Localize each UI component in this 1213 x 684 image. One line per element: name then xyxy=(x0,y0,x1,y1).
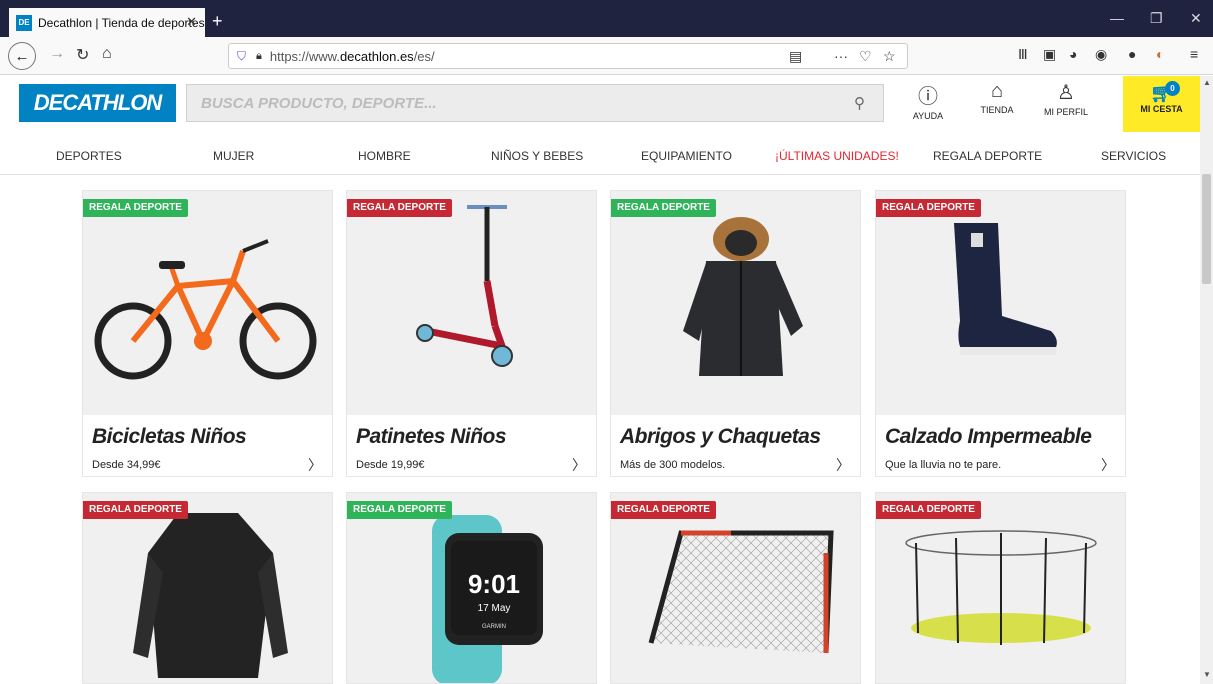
extension-account-icon[interactable]: ● xyxy=(1128,46,1136,62)
home-icon[interactable]: ⌂ xyxy=(102,45,112,63)
regala-deporte-badge: REGALA DEPORTE xyxy=(347,199,452,217)
cart-icon: 🛒︎ xyxy=(1150,83,1173,103)
trampoline-image xyxy=(876,493,1125,683)
scroll-down-icon[interactable]: ▼ xyxy=(1203,670,1211,679)
store-icon: ⌂ xyxy=(990,80,1004,102)
watch-brand: GARMIN xyxy=(482,624,506,630)
card-title[interactable]: Bicicletas Niños xyxy=(92,425,247,449)
bookmark-star-icon[interactable]: ☆ xyxy=(883,48,896,65)
regala-deporte-badge: REGALA DEPORTE xyxy=(876,501,981,519)
card-title[interactable]: Calzado Impermeable xyxy=(885,425,1092,449)
pocket-icon[interactable]: ♡ xyxy=(859,48,872,65)
menu-item-equipamiento[interactable]: EQUIPAMIENTO xyxy=(641,149,732,163)
new-tab-icon[interactable]: + xyxy=(212,11,223,32)
scooter-image xyxy=(347,191,596,415)
cesta-label: MI CESTA xyxy=(1140,104,1183,114)
extension-globe-icon[interactable]: ◉ xyxy=(1095,46,1107,63)
menu-item-hombre[interactable]: HOMBRE xyxy=(358,149,411,163)
user-icon: ♙ xyxy=(1057,82,1075,104)
chevron-right-icon[interactable]: 〉 xyxy=(572,455,586,475)
watch-time: 9:01 xyxy=(468,569,520,599)
help-icon: ⓘ xyxy=(918,86,938,108)
page-scrollbar[interactable]: ▲ ▼ xyxy=(1200,76,1213,684)
regala-deporte-badge: REGALA DEPORTE xyxy=(83,501,188,519)
regala-deporte-badge: REGALA DEPORTE xyxy=(83,199,188,217)
site-header: DECATHLON BUSCA PRODUCTO, DEPORTE... ⚲ ⓘ… xyxy=(0,76,1200,132)
product-card-watch[interactable]: 9:01 17 May GARMIN REGALA DEPORTE xyxy=(346,492,597,684)
browser-toolbar: ← → ↻ ⌂ ⛉ 🔒︎ https://www.decathlon.es/es… xyxy=(0,37,1213,75)
card-subtitle: Que la lluvia no te pare. xyxy=(885,459,1002,471)
mi-cesta-button[interactable]: 🛒︎ 0 MI CESTA xyxy=(1123,76,1200,132)
hamburger-menu-icon[interactable]: ≡ xyxy=(1190,46,1198,62)
perfil-label: MI PERFIL xyxy=(1043,107,1088,117)
bike-image xyxy=(83,191,332,415)
menu-item-servicios[interactable]: SERVICIOS xyxy=(1101,149,1166,163)
watch-image: 9:01 17 May GARMIN xyxy=(347,493,596,683)
product-card-abrigos[interactable]: REGALA DEPORTE Abrigos y Chaquetas Más d… xyxy=(610,190,861,477)
main-menu: DEPORTES MUJER HOMBRE NIÑOS Y BEBES EQUI… xyxy=(0,132,1200,175)
sidebar-icon[interactable]: ▣ xyxy=(1043,46,1056,63)
decathlon-logo[interactable]: DECATHLON xyxy=(19,84,176,122)
search-icon[interactable]: ⚲ xyxy=(854,94,865,112)
thermal-shirt-image xyxy=(83,493,332,683)
library-icon[interactable]: Ⅲ xyxy=(1018,46,1028,63)
cart-count-badge: 0 xyxy=(1165,81,1180,96)
regala-deporte-badge: REGALA DEPORTE xyxy=(611,501,716,519)
tab-title: Decathlon | Tienda de deportes xyxy=(38,15,205,30)
regala-deporte-badge: REGALA DEPORTE xyxy=(876,199,981,217)
lock-icon[interactable]: 🔒︎ xyxy=(256,50,262,63)
restore-icon[interactable]: ❐ xyxy=(1150,10,1163,27)
chevron-right-icon[interactable]: 〉 xyxy=(1101,455,1115,475)
scroll-up-icon[interactable]: ▲ xyxy=(1203,78,1211,87)
chevron-right-icon[interactable]: 〉 xyxy=(308,455,322,475)
decathlon-favicon-icon: DE xyxy=(16,14,32,31)
card-title[interactable]: Patinetes Niños xyxy=(356,425,507,449)
soccer-goal-image xyxy=(611,493,860,683)
product-card-bicicletas[interactable]: REGALA DEPORTE Bicicletas Niños Desde 34… xyxy=(82,190,333,477)
tienda-label: TIENDA xyxy=(980,105,1014,115)
tracking-shield-icon[interactable]: ⛉ xyxy=(237,49,246,64)
extension-icon[interactable]: ◕ xyxy=(1069,46,1077,62)
extension-color-icon[interactable]: ◐ xyxy=(1156,46,1164,62)
page-actions-icon[interactable]: ··· xyxy=(834,48,848,64)
back-icon[interactable]: ← xyxy=(8,42,36,70)
card-subtitle: Desde 34,99€ xyxy=(92,459,161,471)
card-subtitle: Desde 19,99€ xyxy=(356,459,425,471)
browser-tab[interactable]: DE Decathlon | Tienda de deportes ✕ xyxy=(9,8,205,37)
tienda-button[interactable]: ⌂ TIENDA xyxy=(962,80,1032,115)
reload-icon[interactable]: ↻ xyxy=(76,45,89,65)
regala-deporte-badge: REGALA DEPORTE xyxy=(611,199,716,217)
forward-icon[interactable]: → xyxy=(49,45,65,63)
product-card-calzado[interactable]: REGALA DEPORTE Calzado Impermeable Que l… xyxy=(875,190,1126,477)
card-title[interactable]: Abrigos y Chaquetas xyxy=(620,425,821,449)
menu-item-mujer[interactable]: MUJER xyxy=(213,149,254,163)
menu-item-ninos-bebes[interactable]: NIÑOS Y BEBES xyxy=(491,149,583,163)
reader-view-icon[interactable]: ▤ xyxy=(789,48,802,65)
minimize-icon[interactable]: — xyxy=(1110,10,1124,26)
jacket-image xyxy=(611,191,860,415)
chevron-right-icon[interactable]: 〉 xyxy=(836,455,850,475)
mi-perfil-button[interactable]: ♙ MI PERFIL xyxy=(1031,80,1101,117)
menu-item-deportes[interactable]: DEPORTES xyxy=(56,149,122,163)
browser-tab-bar: DE Decathlon | Tienda de deportes ✕ + — … xyxy=(0,0,1213,37)
regala-deporte-badge: REGALA DEPORTE xyxy=(347,501,452,519)
menu-item-regala-deporte[interactable]: REGALA DEPORTE xyxy=(933,149,1042,163)
window-close-icon[interactable]: ✕ xyxy=(1190,10,1202,27)
boot-image xyxy=(876,191,1125,415)
url-text[interactable]: https://www.decathlon.es/es/ xyxy=(270,49,435,64)
scrollbar-thumb[interactable] xyxy=(1202,174,1211,284)
watch-date: 17 May xyxy=(478,603,511,614)
search-placeholder: BUSCA PRODUCTO, DEPORTE... xyxy=(201,94,437,112)
product-card-trampoline[interactable]: REGALA DEPORTE xyxy=(875,492,1126,684)
product-card-thermal-shirt[interactable]: REGALA DEPORTE xyxy=(82,492,333,684)
ayuda-label: AYUDA xyxy=(912,111,944,121)
product-card-goal[interactable]: REGALA DEPORTE xyxy=(610,492,861,684)
search-input[interactable]: BUSCA PRODUCTO, DEPORTE... ⚲ xyxy=(186,84,884,122)
url-bar[interactable]: ⛉ 🔒︎ https://www.decathlon.es/es/ ▤ ··· … xyxy=(228,43,908,69)
close-tab-icon[interactable]: ✕ xyxy=(186,14,197,30)
ayuda-button[interactable]: ⓘ AYUDA xyxy=(893,80,963,121)
product-card-patinetes[interactable]: REGALA DEPORTE Patinetes Niños Desde 19,… xyxy=(346,190,597,477)
menu-item-ultimas-unidades[interactable]: ¡ÚLTIMAS UNIDADES! xyxy=(775,149,899,163)
card-subtitle: Más de 300 modelos. xyxy=(620,459,726,471)
